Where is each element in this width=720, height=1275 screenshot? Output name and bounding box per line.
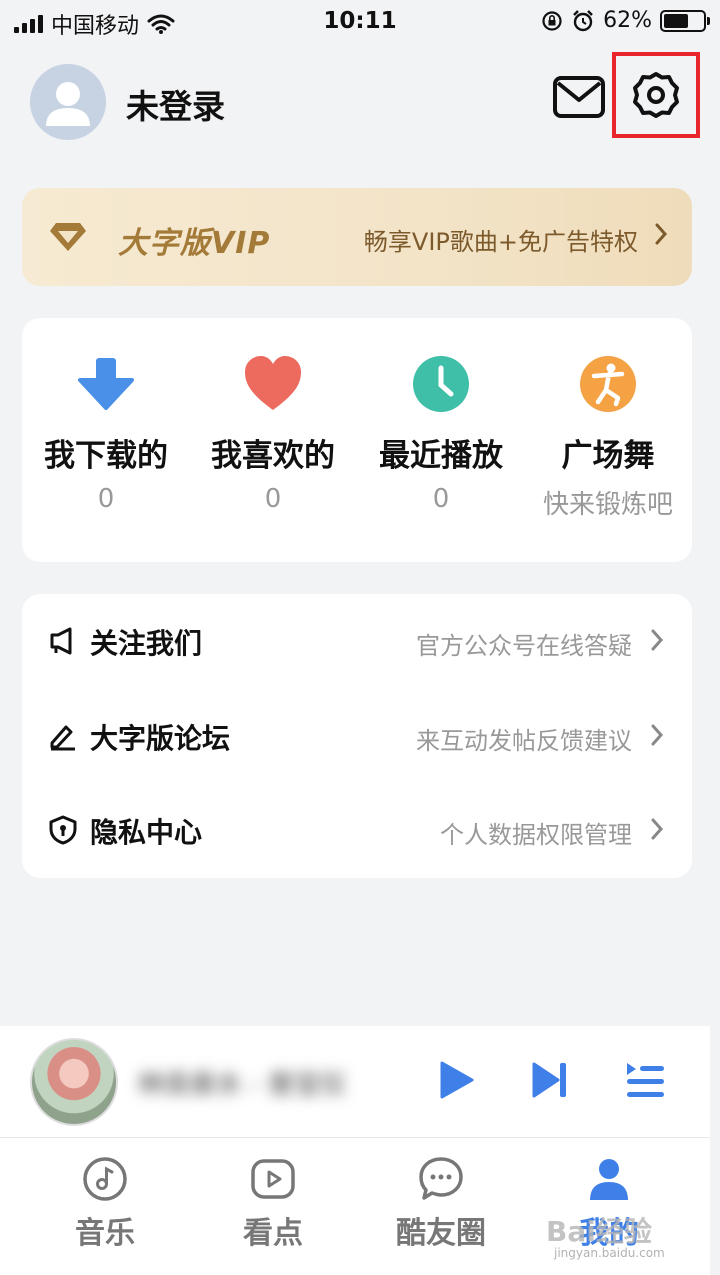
login-status-label[interactable]: 未登录 <box>126 80 225 128</box>
vip-banner[interactable]: 大字版VIP 畅享VIP歌曲+免广告特权 <box>22 188 692 286</box>
vip-title: 大字版VIP <box>118 226 271 261</box>
gear-icon <box>633 72 679 118</box>
download-arrow-icon <box>78 358 134 410</box>
watermark-url: jingyan.baidu.com <box>554 1246 665 1260</box>
chevron-right-icon <box>655 223 668 245</box>
album-cover[interactable] <box>30 1038 118 1126</box>
vip-description: 畅享VIP歌曲+免广告特权 <box>363 228 638 256</box>
tab-label: 音乐 <box>75 1216 135 1251</box>
list-item-description: 来互动发帖反馈建议 <box>416 727 632 755</box>
battery-fill <box>664 13 688 28</box>
chevron-right-icon <box>651 818 664 840</box>
profile-header: 未登录 <box>0 52 720 144</box>
megaphone-icon <box>50 627 72 655</box>
quick-item-label: 最近播放 <box>379 438 503 474</box>
chat-bubble-icon <box>419 1157 463 1200</box>
quick-item-count: 0 <box>432 484 450 514</box>
list-item-forum[interactable]: 大字版论坛 来互动发帖反馈建议 <box>22 689 692 783</box>
battery-icon <box>660 9 710 32</box>
music-note-icon <box>83 1157 127 1201</box>
alarm-icon <box>573 9 593 31</box>
mini-player[interactable]: 林良泉水 - 曾宝仪 <box>0 1026 710 1138</box>
quick-item-subtitle: 快来锻炼吧 <box>542 490 673 520</box>
shield-lock-icon <box>49 815 77 845</box>
tab-label: 酷友圈 <box>396 1216 486 1251</box>
quick-item-label: 我喜欢的 <box>211 438 335 474</box>
tab-label: 看点 <box>243 1216 303 1251</box>
avatar[interactable] <box>30 64 106 140</box>
song-title[interactable]: 林良泉水 - 曾宝仪 <box>138 1064 346 1101</box>
play-button[interactable] <box>436 1060 476 1100</box>
dancer-icon <box>580 356 636 412</box>
quick-access-card: 我下载的 0 我喜欢的 0 最近播放 0 广场舞 快来锻炼吧 <box>22 318 692 562</box>
battery-percent: 62% <box>603 8 652 33</box>
tab-community[interactable]: 酷友圈 <box>352 1138 530 1275</box>
quick-item-downloads[interactable]: 我下载的 0 <box>22 318 190 562</box>
chevron-right-icon <box>651 724 664 746</box>
pencil-icon <box>50 725 75 751</box>
list-item-description: 官方公众号在线答疑 <box>416 632 632 660</box>
quick-item-label: 我下载的 <box>44 438 168 474</box>
clock-icon <box>413 356 469 412</box>
person-icon <box>590 1159 628 1200</box>
rotation-lock-icon <box>542 10 562 31</box>
watermark: Bai经验 <box>546 1215 652 1248</box>
list-item-label: 隐私中心 <box>90 816 203 849</box>
tab-music[interactable]: 音乐 <box>16 1138 194 1275</box>
playlist-button[interactable] <box>624 1060 666 1102</box>
list-item-follow-us[interactable]: 关注我们 官方公众号在线答疑 <box>22 594 692 688</box>
list-item-label: 关注我们 <box>90 627 203 660</box>
default-avatar-icon <box>46 82 90 126</box>
quick-item-square-dance[interactable]: 广场舞 快来锻炼吧 <box>524 318 692 562</box>
tab-videos[interactable]: 看点 <box>184 1138 362 1275</box>
settings-button[interactable] <box>612 52 700 138</box>
list-item-description: 个人数据权限管理 <box>440 821 632 849</box>
quick-item-count: 0 <box>97 484 115 514</box>
mail-icon <box>553 76 605 118</box>
next-track-button[interactable] <box>530 1060 570 1100</box>
mail-button[interactable] <box>552 74 606 120</box>
quick-item-count: 0 <box>264 484 282 514</box>
list-item-label: 大字版论坛 <box>90 722 231 755</box>
quick-item-recent[interactable]: 最近播放 0 <box>357 318 525 562</box>
quick-item-label: 广场舞 <box>561 438 655 474</box>
settings-list-card: 关注我们 官方公众号在线答疑 大字版论坛 来互动发帖反馈建议 隐私中心 个人数据… <box>22 594 692 878</box>
list-item-privacy[interactable]: 隐私中心 个人数据权限管理 <box>22 783 692 877</box>
heart-icon <box>245 356 301 410</box>
play-video-icon <box>251 1159 295 1199</box>
diamond-icon <box>50 223 86 251</box>
chevron-right-icon <box>651 629 664 651</box>
quick-item-favorites[interactable]: 我喜欢的 0 <box>189 318 357 562</box>
status-bar: 中国移动 10:11 62% <box>0 0 720 44</box>
